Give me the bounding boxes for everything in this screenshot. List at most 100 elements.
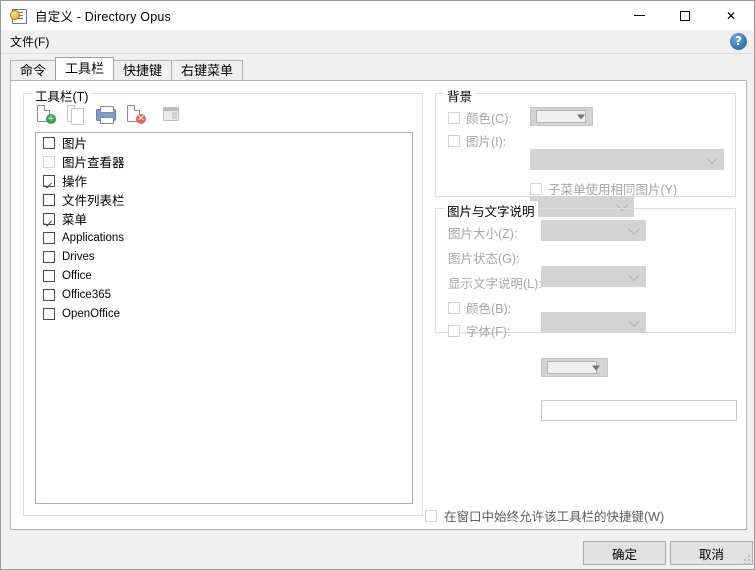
- background-image-row: 图片(I):: [448, 131, 506, 150]
- toolbar-checkbox[interactable]: [43, 232, 55, 244]
- toolbar-checkbox[interactable]: [43, 175, 55, 187]
- list-item[interactable]: OpenOffice: [36, 304, 412, 323]
- list-item-label: 操作: [62, 171, 87, 190]
- background-color-row: 颜色(C):: [448, 108, 512, 127]
- background-group: 背景 颜色(C): 图片(I): 子菜单使用相同图片(Y): [435, 93, 736, 197]
- chevron-down-icon: [628, 223, 639, 234]
- window-title: 自定义 - Directory Opus: [35, 6, 171, 25]
- toolbar-checkbox[interactable]: [43, 308, 55, 320]
- chevron-down-icon: [592, 365, 600, 370]
- toolbar-checkbox[interactable]: [43, 251, 55, 263]
- font-row: 字体(F):: [448, 321, 510, 340]
- text-color-dropdown[interactable]: [541, 358, 608, 377]
- background-image-checkbox[interactable]: [448, 135, 460, 147]
- background-color-checkbox[interactable]: [448, 112, 460, 124]
- print-toolbar-icon[interactable]: [94, 103, 116, 125]
- list-item[interactable]: 操作: [36, 171, 412, 190]
- submenu-same-image-row: 子菜单使用相同图片(Y): [530, 179, 677, 198]
- submenu-same-image-label: 子菜单使用相同图片(Y): [548, 179, 677, 198]
- title-bar: 自定义 - Directory Opus ✕: [1, 1, 754, 30]
- caption-buttons: ✕: [616, 1, 754, 30]
- toolbar-checkbox[interactable]: [43, 270, 55, 282]
- close-button[interactable]: ✕: [708, 1, 754, 30]
- list-item-label: 图片查看器: [62, 152, 125, 171]
- background-color-label: 颜色(C):: [466, 108, 512, 127]
- delete-toolbar-icon[interactable]: ✕: [124, 103, 146, 125]
- text-color-swatch: [547, 361, 597, 374]
- toolbars-group: 工具栏(T) + ✕: [23, 93, 423, 516]
- maximize-button[interactable]: [662, 1, 708, 30]
- minimize-button[interactable]: [616, 1, 662, 30]
- list-item[interactable]: Applications: [36, 228, 412, 247]
- customize-dialog-window: 自定义 - Directory Opus ✕ 文件(F) ? 命令 工具栏 快捷…: [0, 0, 755, 570]
- tab-commands[interactable]: 命令: [10, 60, 56, 81]
- list-item-label: 图片: [62, 133, 87, 152]
- show-label-label: 显示文字说明(L):: [448, 273, 542, 292]
- tab-context-menus[interactable]: 右键菜单: [171, 60, 243, 81]
- list-item-label: OpenOffice: [62, 308, 120, 320]
- list-item-label: 文件列表栏: [62, 190, 125, 209]
- toolbar-list[interactable]: 图片 图片查看器 操作 文件列表栏 菜单: [35, 132, 413, 504]
- background-group-title: 背景: [444, 86, 475, 105]
- app-icon: [10, 8, 26, 24]
- menu-item-file[interactable]: 文件(F): [1, 31, 57, 52]
- image-size-dropdown[interactable]: [541, 220, 646, 241]
- submenu-same-image-checkbox[interactable]: [530, 183, 542, 195]
- background-image-dropdown[interactable]: [530, 149, 724, 170]
- list-item-label: 菜单: [62, 209, 87, 228]
- list-item-label: Office: [62, 270, 92, 282]
- text-color-label: 颜色(B):: [466, 298, 511, 317]
- dialog-footer: 确定 取消: [1, 531, 754, 569]
- background-color-dropdown[interactable]: [530, 107, 593, 126]
- font-input[interactable]: [541, 400, 737, 421]
- chevron-down-icon: [628, 269, 639, 280]
- image-state-row: 图片状态(G):: [448, 248, 520, 267]
- list-item-label: Drives: [62, 251, 95, 263]
- toolbar-checkbox[interactable]: [43, 137, 55, 149]
- list-item[interactable]: Drives: [36, 247, 412, 266]
- tab-strip: 命令 工具栏 快捷键 右键菜单: [10, 58, 746, 80]
- toolbar-checkbox[interactable]: [43, 213, 55, 225]
- chevron-down-icon: [706, 152, 717, 163]
- list-item[interactable]: Office365: [36, 285, 412, 304]
- copy-toolbar-icon[interactable]: [64, 103, 86, 125]
- font-label: 字体(F):: [466, 321, 510, 340]
- toolbar-checkbox[interactable]: [43, 289, 55, 301]
- font-checkbox[interactable]: [448, 325, 460, 337]
- tab-toolbars[interactable]: 工具栏: [55, 57, 114, 80]
- toolbar-actions-row: + ✕: [34, 103, 182, 125]
- image-text-group: 图片与文字说明 图片大小(Z): 图片状态(G): 显示文字说明(L):: [435, 208, 736, 333]
- list-item-label: Office365: [62, 289, 111, 301]
- list-item[interactable]: 菜单: [36, 209, 412, 228]
- chevron-down-icon: [577, 114, 585, 119]
- image-text-group-title: 图片与文字说明: [444, 201, 538, 220]
- resize-grip[interactable]: [740, 555, 752, 567]
- list-item[interactable]: 文件列表栏: [36, 190, 412, 209]
- list-item-label: Applications: [62, 232, 124, 244]
- backup-toolbar-icon[interactable]: [160, 103, 182, 125]
- always-allow-hotkeys-label: 在窗口中始终允许该工具栏的快捷键(W): [444, 506, 664, 525]
- image-state-dropdown[interactable]: [541, 266, 646, 287]
- show-label-dropdown[interactable]: [541, 312, 646, 333]
- list-item[interactable]: Office: [36, 266, 412, 285]
- tab-hotkeys[interactable]: 快捷键: [113, 60, 172, 81]
- toolbar-checkbox[interactable]: [43, 194, 55, 206]
- help-icon[interactable]: ?: [730, 33, 747, 50]
- background-image-label: 图片(I):: [466, 131, 506, 150]
- menu-bar: 文件(F) ?: [1, 30, 754, 54]
- chevron-down-icon: [628, 315, 639, 326]
- image-size-label: 图片大小(Z):: [448, 223, 517, 242]
- toolbars-tab-page: 工具栏(T) + ✕: [10, 80, 747, 530]
- toolbar-checkbox[interactable]: [43, 156, 55, 168]
- list-item[interactable]: 图片查看器: [36, 152, 412, 171]
- list-item[interactable]: 图片: [36, 133, 412, 152]
- ok-button[interactable]: 确定: [583, 541, 666, 565]
- text-color-row: 颜色(B):: [448, 298, 511, 317]
- text-color-checkbox[interactable]: [448, 302, 460, 314]
- always-allow-hotkeys-row: 在窗口中始终允许该工具栏的快捷键(W): [425, 506, 664, 525]
- show-label-row: 显示文字说明(L):: [448, 273, 542, 292]
- always-allow-hotkeys-checkbox[interactable]: [425, 510, 437, 522]
- image-state-label: 图片状态(G):: [448, 248, 520, 267]
- new-toolbar-icon[interactable]: +: [34, 103, 56, 125]
- image-size-row: 图片大小(Z):: [448, 223, 517, 242]
